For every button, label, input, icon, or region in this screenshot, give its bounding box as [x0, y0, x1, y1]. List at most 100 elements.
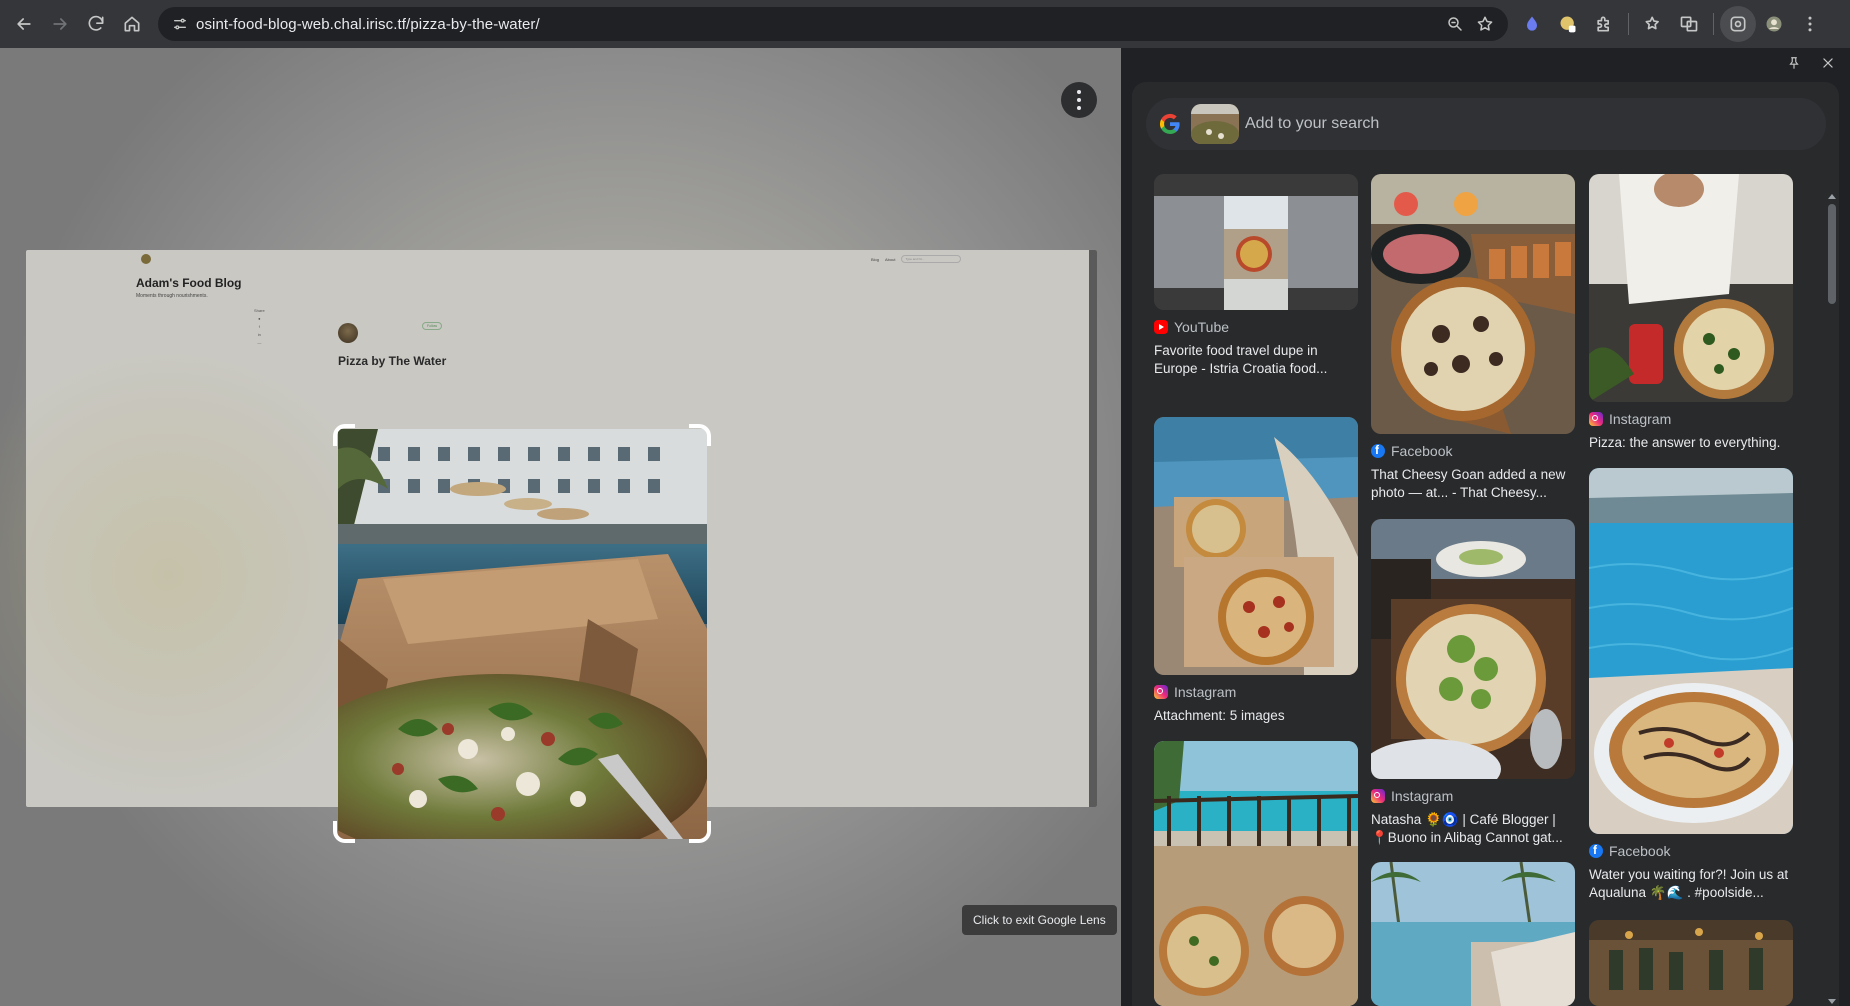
- pin-panel-button[interactable]: [1783, 52, 1805, 74]
- result-title[interactable]: Favorite food travel dupe in Europe - Is…: [1154, 342, 1358, 378]
- result-title[interactable]: That Cheesy Goan added a new photo — at.…: [1371, 466, 1575, 502]
- visual-matches-grid: YouTube Favorite food travel dupe in Eur…: [1154, 174, 1794, 1006]
- add-to-search-input[interactable]: Add to your search: [1245, 115, 1379, 133]
- linkedin-icon: in: [257, 332, 261, 337]
- result-card[interactable]: [1589, 920, 1793, 1006]
- google-lens-button[interactable]: [1720, 6, 1756, 42]
- link-icon: —: [257, 340, 262, 345]
- site-info-button[interactable]: [166, 10, 194, 38]
- lens-overlay[interactable]: Adam's Food Blog Moments through nourish…: [0, 48, 1121, 1006]
- forward-arrow-icon: [53, 18, 67, 30]
- result-title[interactable]: Attachment: 5 images: [1154, 707, 1358, 725]
- url-text[interactable]: osint-food-blog-web.chal.irisc.tf/pizza-…: [196, 16, 540, 33]
- scroll-up-icon[interactable]: [1828, 194, 1836, 199]
- result-image[interactable]: [1589, 468, 1793, 834]
- home-button[interactable]: [114, 6, 150, 42]
- result-image[interactable]: [1154, 417, 1358, 675]
- selection-corner-top-left[interactable]: [333, 424, 355, 446]
- result-card[interactable]: Facebook Water you waiting for?! Join us…: [1589, 468, 1793, 902]
- author-avatar: [338, 323, 358, 343]
- blog-nav: Blog About Type and hit...: [871, 255, 962, 263]
- selection-corner-bottom-left[interactable]: [333, 821, 355, 843]
- scrollbar-thumb[interactable]: [1828, 204, 1836, 304]
- result-source-name: Facebook: [1609, 843, 1671, 859]
- puzzle-icon: [1597, 16, 1609, 32]
- result-title[interactable]: Water you waiting for?! Join us at Aqual…: [1589, 866, 1793, 902]
- pin-icon: [1789, 57, 1799, 69]
- result-card[interactable]: [1371, 862, 1575, 1006]
- lens-overflow-menu-button[interactable]: [1061, 82, 1097, 118]
- follow-badge: Follow: [422, 322, 442, 330]
- avatar-icon: [1766, 16, 1782, 32]
- tune-icon: [174, 18, 186, 30]
- toolbar-separator: [1628, 13, 1629, 35]
- result-card[interactable]: Facebook That Cheesy Goan added a new ph…: [1371, 174, 1575, 502]
- search-image-thumbnail[interactable]: [1191, 104, 1239, 144]
- blog-logo: [141, 254, 151, 264]
- close-icon: [1823, 58, 1833, 68]
- pizza-photo: [338, 429, 707, 839]
- address-bar[interactable]: osint-food-blog-web.chal.irisc.tf/pizza-…: [158, 7, 1508, 41]
- result-image[interactable]: [1589, 174, 1793, 402]
- result-card[interactable]: Instagram Natasha 🌻🧿 | Café Blogger | 📍B…: [1371, 519, 1575, 847]
- exit-lens-tooltip[interactable]: Click to exit Google Lens: [962, 905, 1117, 935]
- selection-corner-top-right[interactable]: [689, 424, 711, 446]
- result-title[interactable]: Natasha 🌻🧿 | Café Blogger | 📍Buono in Al…: [1371, 811, 1575, 847]
- results-scrollbar[interactable]: [1825, 192, 1839, 1006]
- blog-nav-item: About: [885, 256, 896, 262]
- reload-button[interactable]: [78, 6, 114, 42]
- google-g-icon: [1159, 113, 1180, 135]
- translate-button[interactable]: [1671, 6, 1707, 42]
- zoom-icon: [1448, 17, 1462, 31]
- selected-pizza-image[interactable]: [338, 429, 707, 839]
- blog-subtitle: Moments through nourishments.: [136, 293, 208, 299]
- result-source-name: YouTube: [1174, 319, 1230, 335]
- result-source-name: Instagram: [1174, 684, 1237, 700]
- instagram-icon: [1154, 685, 1168, 699]
- instagram-icon: [1589, 412, 1603, 426]
- result-image[interactable]: [1371, 519, 1575, 779]
- home-icon: [124, 16, 140, 32]
- close-panel-button[interactable]: [1817, 52, 1839, 74]
- result-image[interactable]: [1371, 862, 1575, 1006]
- bookmark-star-button[interactable]: [1470, 9, 1500, 39]
- more-vert-icon: [1808, 16, 1812, 32]
- pizza-thumbnail: [1191, 104, 1239, 144]
- youtube-icon: [1154, 320, 1168, 334]
- lens-results-panel: Add to your search YouTube Favorite food…: [1132, 82, 1839, 1006]
- toolbar-separator: [1713, 13, 1714, 35]
- result-card[interactable]: YouTube Favorite food travel dupe in Eur…: [1154, 174, 1358, 378]
- bookmarks-button[interactable]: [1635, 6, 1671, 42]
- translate-icon: [1680, 16, 1698, 32]
- result-title[interactable]: Pizza: the answer to everything.: [1589, 434, 1793, 452]
- forward-button[interactable]: [42, 6, 78, 42]
- lens-search-bar[interactable]: Add to your search: [1146, 98, 1826, 150]
- result-card[interactable]: Instagram Pizza: the answer to everythin…: [1589, 174, 1793, 452]
- result-source: YouTube: [1154, 318, 1358, 336]
- result-image[interactable]: [1371, 174, 1575, 434]
- result-image[interactable]: [1154, 174, 1358, 310]
- extension-drop-button[interactable]: [1514, 6, 1550, 42]
- profile-button[interactable]: [1756, 6, 1792, 42]
- nav-buttons: [6, 6, 150, 42]
- extension-cookie-button[interactable]: [1550, 6, 1586, 42]
- result-image[interactable]: [1589, 920, 1793, 1006]
- result-image[interactable]: [1154, 741, 1358, 1006]
- back-arrow-icon: [17, 18, 31, 30]
- result-card[interactable]: [1154, 741, 1358, 1006]
- zoom-button[interactable]: [1440, 9, 1470, 39]
- selection-corner-bottom-right[interactable]: [689, 821, 711, 843]
- facebook-icon: [1371, 443, 1385, 458]
- menu-button[interactable]: [1792, 6, 1828, 42]
- back-button[interactable]: [6, 6, 42, 42]
- result-source-name: Facebook: [1391, 443, 1453, 459]
- extensions-puzzle-button[interactable]: [1586, 6, 1622, 42]
- scroll-down-icon[interactable]: [1828, 999, 1836, 1004]
- result-card[interactable]: Instagram Attachment: 5 images: [1154, 417, 1358, 725]
- star-list-icon: [1645, 16, 1659, 30]
- result-source: Instagram: [1154, 683, 1358, 701]
- result-source-name: Instagram: [1391, 788, 1454, 804]
- result-source: Facebook: [1371, 442, 1575, 460]
- facebook-icon: f: [258, 324, 260, 329]
- result-source: Facebook: [1589, 842, 1793, 860]
